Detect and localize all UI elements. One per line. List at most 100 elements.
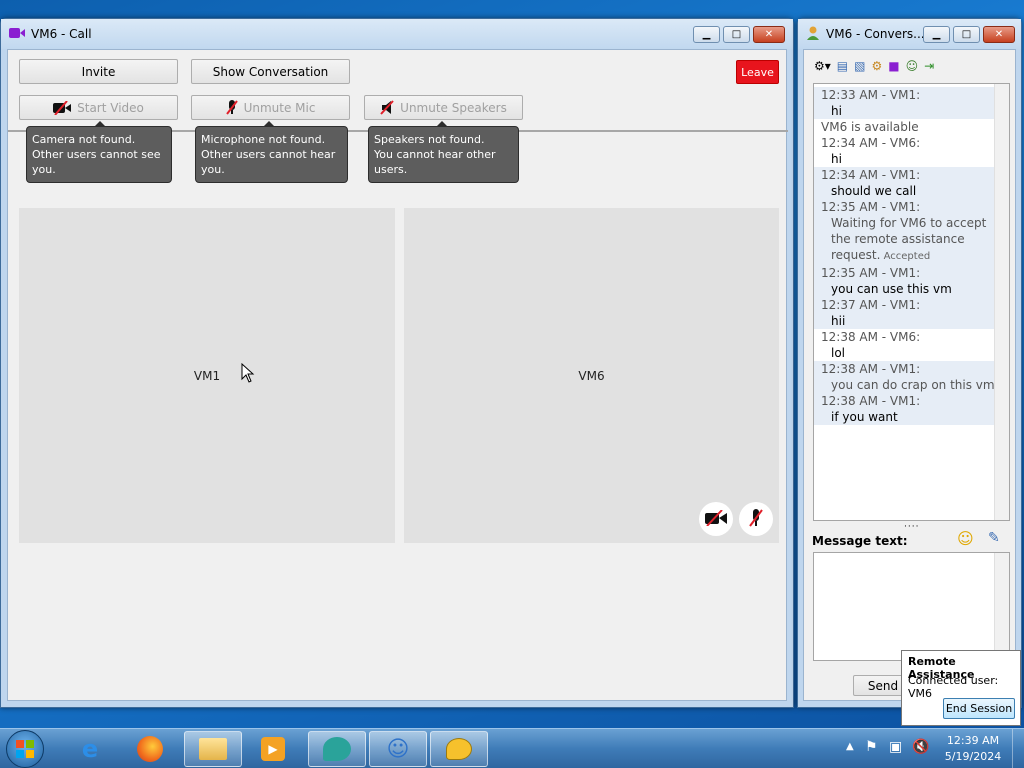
invite-button[interactable]: Invite [19, 59, 178, 84]
conversation-titlebar: VM6 - Convers... ▁ □ ✕ [798, 19, 1021, 49]
internet-explorer-icon: e [81, 735, 99, 763]
volume-muted-icon[interactable]: 🔇 [912, 739, 929, 755]
mouse-cursor-icon [241, 362, 255, 386]
network-icon[interactable]: ▣ [889, 739, 902, 755]
close-icon: ✕ [994, 29, 1004, 40]
message-header: 12:35 AM - VM1: [821, 200, 921, 214]
message-list: 12:33 AM - VM1: hi VM6 is available 12:34 A… [814, 87, 996, 425]
close-button[interactable]: ✕ [753, 26, 785, 43]
input-scrollbar[interactable] [994, 553, 1009, 660]
leave-button[interactable]: Leave [736, 60, 779, 84]
message-header: 12:34 AM - VM1: [821, 168, 921, 182]
history-icon[interactable]: ▤ [837, 59, 848, 73]
vm6-label: VM6 [578, 368, 605, 383]
splitter-grip[interactable]: ···· [904, 522, 919, 532]
minimize-button[interactable]: ▁ [693, 26, 720, 43]
message-text: you can do crap on this vm [831, 378, 995, 392]
status-text: VM6 is available [821, 120, 919, 134]
video-call-icon[interactable]: ■ [888, 59, 899, 73]
taskbar-chat-app[interactable] [308, 731, 366, 767]
start-button[interactable] [6, 730, 44, 768]
file-transfer-icon[interactable]: ▧ [854, 59, 865, 73]
add-users-icon[interactable]: ☺ [906, 59, 919, 73]
close-icon: ✕ [764, 29, 774, 40]
minimize-icon: ▁ [702, 29, 711, 40]
message-header: 12:33 AM - VM1: [821, 88, 921, 102]
speaker-off-icon [380, 100, 394, 115]
mic-off-icon [749, 508, 763, 530]
conv-close-button[interactable]: ✕ [983, 26, 1015, 43]
end-session-button[interactable]: End Session [943, 698, 1015, 719]
mic-off-icon [225, 100, 238, 115]
show-conversation-button[interactable]: Show Conversation [191, 59, 350, 84]
message-item: 12:34 AM - VM1: should we call [814, 167, 996, 199]
exit-conversation-icon[interactable]: ⇥ [924, 59, 934, 73]
message-item: 12:35 AM - VM1: you can use this vm [814, 265, 996, 297]
conversation-client: ⚙▾ ▤ ▧ ⚙ ■ ☺ ⇥ 12:33 AM - VM1: hi VM6 is a… [803, 49, 1016, 701]
message-header: 12:38 AM - VM6: [821, 330, 921, 344]
taskbar-messenger[interactable]: ☺ [369, 731, 427, 767]
mic-tooltip-line1: Microphone not found. [201, 133, 326, 146]
maximize-icon: □ [961, 29, 972, 40]
camera-tooltip: Camera not found. Other users cannot see… [26, 121, 172, 183]
message-text: should we call [831, 184, 917, 198]
emoticon-icon[interactable]: ☺ [957, 529, 974, 548]
video-panel-vm1: VM1 [19, 208, 395, 543]
taskbar-media-player[interactable]: ▶ [244, 731, 302, 767]
remote-assistance-icon[interactable]: ⚙ [871, 59, 882, 73]
maximize-button[interactable]: □ [723, 26, 750, 43]
remote-assistance-popup: Remote Assistance Connected user: VM6 En… [901, 650, 1021, 726]
call-window: VM6 - Call ▁ □ ✕ Invite Show Conversatio… [0, 18, 794, 708]
message-text: if you want [831, 410, 898, 424]
conversation-window: VM6 - Convers... ▁ □ ✕ ⚙▾ ▤ ▧ ⚙ ■ ☺ ⇥ 12… [797, 18, 1022, 708]
media-player-icon: ▶ [261, 737, 285, 761]
message-text-label: Message text: [812, 534, 908, 548]
camera-tooltip-line1: Camera not found. [32, 133, 136, 146]
start-video-button[interactable]: Start Video [19, 95, 178, 120]
show-desktop-button[interactable] [1012, 729, 1024, 768]
taskbar-explorer[interactable] [184, 731, 242, 767]
unmute-mic-label: Unmute Mic [243, 100, 316, 115]
action-center-flag-icon[interactable]: ⚑ [865, 739, 878, 755]
accepted-note: Accepted [880, 251, 931, 262]
messenger-icon: ☺ [386, 736, 410, 762]
settings-dropdown-icon[interactable]: ⚙▾ [814, 59, 831, 73]
history-scrollbar[interactable] [994, 84, 1009, 520]
message-input[interactable] [813, 552, 1010, 661]
unmute-speakers-label: Unmute Speakers [400, 100, 507, 115]
conv-maximize-button[interactable]: □ [953, 26, 980, 43]
message-text: hi [831, 152, 842, 166]
video-panel-vm6: VM6 [404, 208, 779, 543]
conversation-history: 12:33 AM - VM1: hi VM6 is available 12:34 A… [813, 83, 1010, 521]
call-window-title: VM6 - Call [31, 27, 92, 41]
chat-bubble-icon [323, 737, 351, 761]
show-hidden-icons[interactable]: ▲ [846, 741, 854, 752]
message-header: 12:34 AM - VM6: [821, 136, 921, 150]
conv-minimize-button[interactable]: ▁ [923, 26, 950, 43]
message-item: 12:38 AM - VM1: you can do crap on this v… [814, 361, 996, 393]
taskbar-firefox[interactable] [121, 731, 179, 767]
taskbar-internet-explorer[interactable]: e [61, 731, 119, 767]
vm1-label: VM1 [193, 368, 221, 383]
mic-tooltip: Microphone not found. Other users cannot… [195, 121, 348, 183]
remote-video-off-indicator [699, 502, 733, 536]
text-format-icon[interactable]: ✎ [988, 530, 1000, 546]
conversation-window-title: VM6 - Convers... [826, 27, 925, 41]
message-item: 12:38 AM - VM6: lol [814, 329, 996, 361]
message-header: 12:38 AM - VM1: [821, 362, 921, 376]
speech-bubble-icon [446, 738, 472, 760]
speakers-tooltip-line1: Speakers not found. [374, 133, 485, 146]
maximize-icon: □ [731, 29, 742, 40]
clock-date: 5/19/2024 [944, 750, 1002, 763]
minimize-icon: ▁ [932, 29, 941, 40]
message-item: 12:34 AM - VM6: hi [814, 135, 996, 167]
call-titlebar: VM6 - Call ▁ □ ✕ [1, 19, 793, 49]
call-client: Invite Show Conversation Leave Start Vid… [7, 49, 788, 701]
user-icon [806, 26, 820, 43]
taskbar-conversation[interactable] [430, 731, 488, 767]
unmute-speakers-button[interactable]: Unmute Speakers [364, 95, 523, 120]
unmute-mic-button[interactable]: Unmute Mic [191, 95, 350, 120]
clock[interactable]: 12:39 AM 5/19/2024 [940, 733, 1006, 765]
leave-label: Leave [741, 65, 774, 79]
start-video-label: Start Video [77, 100, 144, 115]
